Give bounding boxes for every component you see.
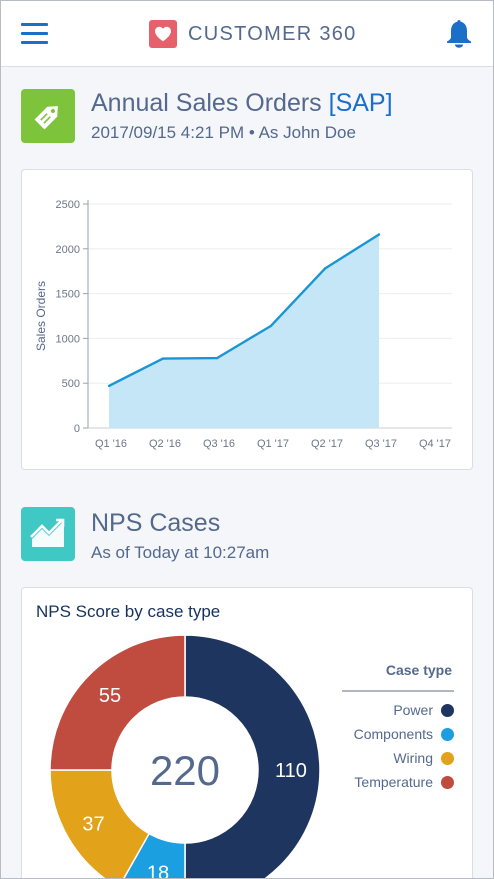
slice-value-label: 55 bbox=[99, 685, 121, 707]
heart-icon bbox=[149, 20, 177, 48]
legend-divider bbox=[342, 690, 454, 692]
hamburger-menu-icon[interactable] bbox=[21, 22, 49, 46]
sales-title[interactable]: Annual Sales Orders [SAP] bbox=[91, 89, 393, 118]
x-tick-label: Q3 '16 bbox=[203, 438, 235, 450]
legend-label: Power bbox=[393, 702, 433, 718]
x-tick-label: Q3 '17 bbox=[365, 438, 397, 450]
bell-icon[interactable] bbox=[445, 18, 473, 48]
legend-swatch bbox=[441, 751, 454, 765]
legend-label: Temperature bbox=[354, 774, 433, 790]
legend-item-wiring[interactable]: Wiring bbox=[272, 747, 454, 769]
legend-swatch bbox=[441, 727, 454, 741]
legend-item-power[interactable]: Power bbox=[272, 699, 454, 721]
legend-label: Wiring bbox=[393, 750, 433, 766]
brand: CUSTOMER 360 bbox=[149, 19, 357, 49]
legend-label: Components bbox=[353, 726, 433, 742]
x-tick-label: Q1 '16 bbox=[95, 438, 127, 450]
legend-item-temperature[interactable]: Temperature bbox=[272, 771, 454, 793]
legend-swatch bbox=[441, 703, 454, 717]
y-tick-label: 500 bbox=[62, 378, 80, 390]
trending-up-chart-icon bbox=[21, 507, 75, 561]
sap-tag[interactable]: [SAP] bbox=[329, 89, 393, 117]
area-fill bbox=[109, 234, 379, 428]
x-tick-label: Q2 '16 bbox=[149, 438, 181, 450]
sales-section-header: Annual Sales Orders [SAP] 2017/09/15 4:2… bbox=[21, 89, 473, 149]
donut-center-value: 220 bbox=[150, 747, 220, 794]
y-tick-label: 2000 bbox=[56, 244, 80, 256]
sales-area-chart: 0 500 1000 1500 2000 2500 Q1 '16 Q2 '16 Q3 '16 Q1… bbox=[34, 199, 452, 450]
slice-value-label: 37 bbox=[82, 813, 104, 835]
data-point[interactable] bbox=[269, 324, 273, 328]
data-point[interactable] bbox=[215, 356, 219, 360]
price-tag-icon bbox=[21, 89, 75, 143]
app-header: CUSTOMER 360 bbox=[1, 1, 493, 67]
x-tick-label: Q2 '17 bbox=[311, 438, 343, 450]
y-tick-label: 1500 bbox=[56, 289, 80, 301]
data-point[interactable] bbox=[323, 267, 327, 270]
data-point[interactable] bbox=[107, 384, 111, 388]
nps-subtitle: As of Today at 10:27am bbox=[91, 543, 270, 562]
data-point[interactable] bbox=[377, 233, 381, 236]
y-tick-label: 0 bbox=[74, 423, 80, 435]
y-axis-label: Sales Orders bbox=[34, 281, 48, 351]
legend-title: Case type bbox=[385, 662, 452, 678]
sales-title-text: Annual Sales Orders bbox=[91, 89, 322, 117]
nps-section-header: NPS Cases As of Today at 10:27am bbox=[21, 507, 473, 567]
nps-title[interactable]: NPS Cases bbox=[91, 509, 220, 538]
y-tick-label: 2500 bbox=[56, 199, 80, 211]
nps-chart-card: NPS Score by case type 110 18 37 55 220 Case… bbox=[21, 587, 473, 879]
x-tick-label: Q1 '17 bbox=[257, 438, 289, 450]
sales-subtitle: 2017/09/15 4:21 PM • As John Doe bbox=[91, 123, 356, 142]
app-frame: CUSTOMER 360 Annual Sales Orders [SAP] 2… bbox=[0, 0, 494, 879]
slice-value-label: 18 bbox=[147, 863, 169, 879]
app-title: CUSTOMER 360 bbox=[188, 22, 357, 45]
data-point[interactable] bbox=[161, 357, 165, 360]
y-tick-label: 1000 bbox=[56, 333, 80, 345]
legend-item-components[interactable]: Components bbox=[272, 723, 454, 745]
x-tick-label: Q4 '17 bbox=[419, 438, 451, 450]
legend-swatch bbox=[441, 775, 454, 789]
sales-chart-card: 0 500 1000 1500 2000 2500 Q1 '16 Q2 '16 Q3 '16 Q1… bbox=[21, 169, 473, 470]
